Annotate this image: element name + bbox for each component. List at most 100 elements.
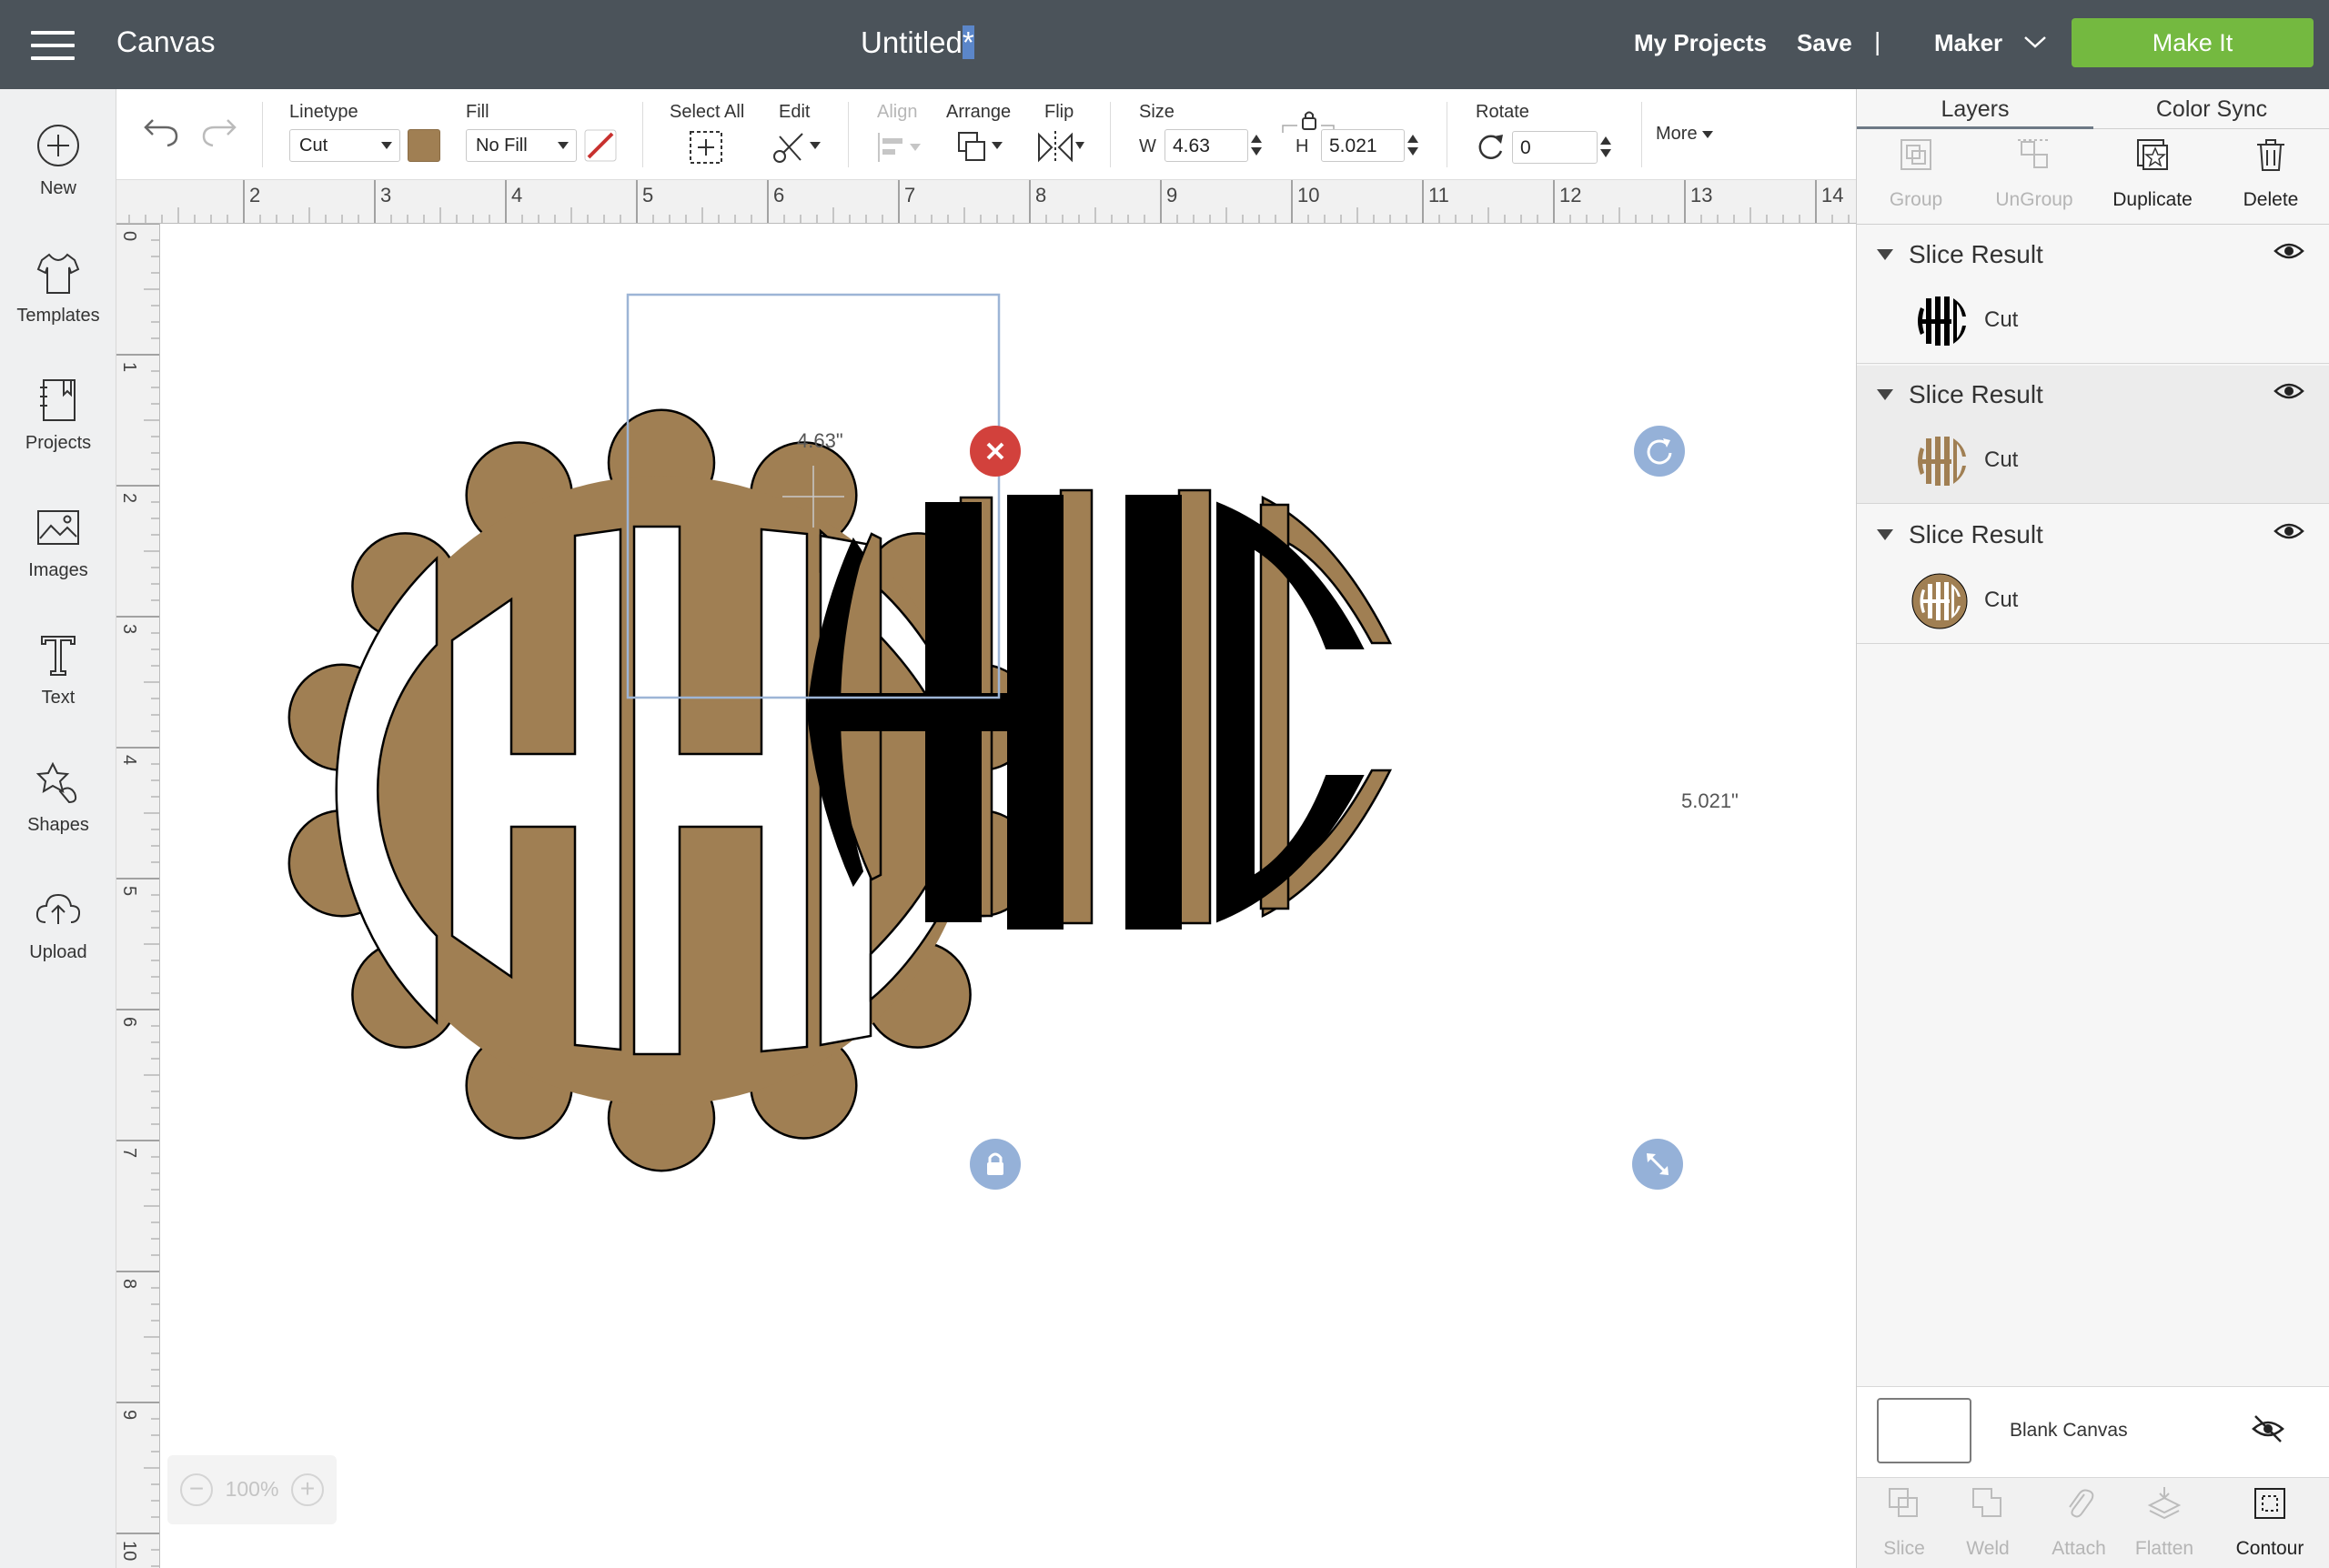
design-canvas[interactable]: 4.63" 5.021" − 100% + [160, 224, 1856, 1568]
layer-thumbnail-black-monogram [1918, 297, 1966, 346]
more-menu[interactable]: More [1656, 124, 1714, 145]
hamburger-menu-icon[interactable] [31, 31, 75, 60]
height-stepper-icon[interactable] [1406, 133, 1419, 158]
weld-button[interactable]: Weld [1944, 1485, 2032, 1567]
caret-down-icon [1702, 130, 1714, 138]
edit-scissors-icon[interactable] [771, 129, 822, 166]
text-tool[interactable]: Text [0, 629, 116, 739]
width-input[interactable]: 4.63 [1164, 129, 1248, 162]
tshirt-icon [36, 253, 80, 294]
zoom-in-button[interactable]: + [291, 1473, 324, 1506]
zoom-control: − 100% + [167, 1455, 337, 1524]
zoom-out-button[interactable]: − [180, 1473, 213, 1506]
contour-icon [2254, 1488, 2285, 1519]
collapse-triangle-icon[interactable] [1877, 529, 1893, 540]
unsaved-mark: * [962, 25, 974, 59]
ruler-label: 0 [119, 231, 139, 241]
projects-tool[interactable]: Projects [0, 375, 116, 484]
flatten-button-label: Flatten [2134, 1538, 2194, 1559]
machine-select[interactable]: Maker [1934, 29, 2046, 57]
linetype-color-swatch[interactable] [408, 129, 440, 162]
slice-button[interactable]: Slice [1860, 1485, 1948, 1567]
delete-button[interactable]: Delete [2212, 136, 2329, 220]
upload-tool[interactable]: Upload [0, 884, 116, 993]
ruler-label: 11 [1428, 184, 1449, 206]
height-input[interactable]: 5.021 [1321, 129, 1405, 162]
rotate-stepper-icon[interactable] [1599, 135, 1612, 160]
images-tool[interactable]: Images [0, 502, 116, 611]
linetype-label: Linetype [289, 102, 358, 122]
eye-icon[interactable] [2274, 520, 2304, 542]
rotate-icon[interactable] [1472, 129, 1508, 166]
contour-button[interactable]: Contour [2226, 1485, 2314, 1567]
slice-button-label: Slice [1883, 1538, 1925, 1559]
group-icon [1901, 139, 1931, 170]
shapes-tool[interactable]: Shapes [0, 757, 116, 866]
ungroup-button[interactable]: UnGroup [1975, 136, 2093, 220]
fill-label: Fill [466, 102, 489, 122]
lock-handle[interactable] [970, 1139, 1021, 1190]
blank-canvas-swatch[interactable] [1877, 1398, 1971, 1463]
lock-icon [987, 1152, 1003, 1175]
tab-color-sync[interactable]: Color Sync [2093, 89, 2329, 129]
redo-icon[interactable] [198, 116, 238, 149]
undo-icon[interactable] [142, 116, 182, 149]
align-label: Align [877, 102, 918, 122]
edit-label: Edit [779, 102, 811, 122]
resize-handle[interactable] [1632, 1139, 1683, 1190]
rotate-handle[interactable] [1634, 426, 1685, 477]
layer-operation: Cut [1984, 307, 2019, 332]
tab-layers[interactable]: Layers [1857, 89, 2093, 129]
ruler-label: 10 [1297, 184, 1319, 206]
delete-button-label: Delete [2243, 189, 2299, 210]
arrange-icon[interactable] [955, 129, 1006, 166]
flip-label: Flip [1044, 102, 1074, 122]
delete-handle[interactable] [970, 426, 1021, 477]
group-button[interactable]: Group [1857, 136, 1975, 220]
height-dimension-label: 5.021" [1681, 789, 1739, 812]
toolbar-divider [1641, 102, 1642, 167]
toolbar-divider [262, 102, 263, 167]
select-all-icon[interactable] [688, 129, 724, 166]
align-icon[interactable] [875, 131, 923, 164]
layer-item[interactable]: Slice Result Cut [1857, 506, 2329, 644]
flatten-button[interactable]: Flatten [2121, 1485, 2208, 1567]
collapse-triangle-icon[interactable] [1877, 249, 1893, 260]
weld-icon [1972, 1488, 2001, 1517]
scalloped-monogram[interactable] [287, 408, 1035, 1172]
group-button-label: Group [1889, 189, 1943, 210]
document-title[interactable]: Untitled* [861, 25, 974, 60]
blank-canvas-row: Blank Canvas [1857, 1386, 2329, 1477]
rotate-label: Rotate [1476, 102, 1529, 122]
duplicate-button[interactable]: Duplicate [2093, 136, 2212, 220]
rotate-input[interactable]: 0 [1512, 131, 1598, 164]
ruler-label: 8 [1035, 184, 1046, 206]
layer-item-selected[interactable]: Slice Result Cut [1857, 366, 2329, 504]
width-stepper-icon[interactable] [1250, 133, 1263, 158]
shapes-icon [35, 761, 77, 804]
shapes-tool-label: Shapes [27, 815, 89, 835]
collapse-triangle-icon[interactable] [1877, 389, 1893, 400]
eye-icon[interactable] [2274, 380, 2304, 402]
save-link[interactable]: Save [1797, 29, 1852, 57]
ruler-label: 3 [380, 184, 391, 206]
my-projects-link[interactable]: My Projects [1634, 29, 1767, 57]
templates-tool[interactable]: Templates [0, 247, 116, 357]
fill-select[interactable]: No Fill [466, 129, 577, 162]
bottom-actions-bar: Slice Weld Attach Flatten Contour [1857, 1477, 2329, 1568]
notebook-icon [40, 379, 76, 421]
new-tool[interactable]: New [0, 120, 116, 229]
linetype-select[interactable]: Cut [289, 129, 400, 162]
attach-button[interactable]: Attach [2035, 1485, 2122, 1567]
flip-icon[interactable] [1035, 129, 1086, 166]
layer-item[interactable]: Slice Result Cut [1857, 226, 2329, 364]
eye-hidden-icon[interactable] [2250, 1411, 2286, 1447]
flatten-icon [2147, 1487, 2182, 1520]
eye-icon[interactable] [2274, 240, 2304, 262]
close-icon [986, 442, 1004, 460]
no-fill-swatch-icon[interactable] [584, 129, 617, 162]
ruler-label: 5 [119, 886, 139, 896]
layer-name: Slice Result [1909, 380, 2043, 408]
ruler-label: 2 [249, 184, 260, 206]
make-it-button[interactable]: Make It [2072, 18, 2314, 67]
